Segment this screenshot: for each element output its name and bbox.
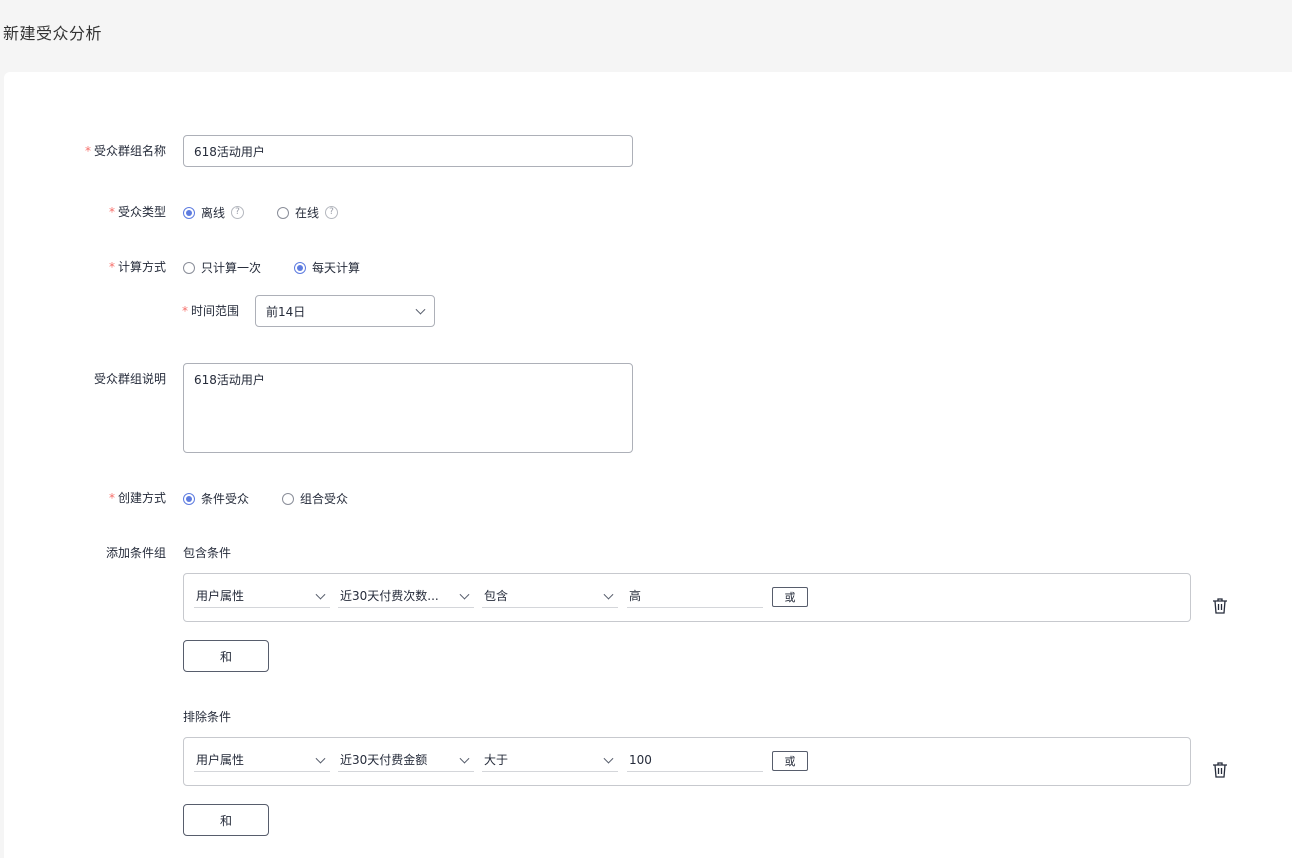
radio-calc-daily-circle: [294, 261, 306, 274]
radio-combined-audience[interactable]: 组合受众: [282, 490, 348, 507]
chevron-down-icon: [315, 753, 326, 764]
chevron-down-icon: [315, 589, 326, 600]
chevron-down-icon: [459, 589, 470, 600]
audience-name-input[interactable]: [183, 135, 633, 167]
exclude-or-button[interactable]: 或: [772, 751, 808, 771]
radio-online-circle: [277, 206, 289, 219]
include-field-select[interactable]: 用户属性: [194, 584, 330, 608]
chevron-down-icon: [603, 589, 614, 600]
exclude-value-input[interactable]: [627, 748, 763, 772]
include-value-input[interactable]: [627, 584, 763, 608]
radio-calc-daily[interactable]: 每天计算: [294, 259, 360, 276]
radio-offline-circle: [183, 206, 195, 219]
desc-label: 受众群组说明: [93, 372, 166, 386]
question-circle-icon[interactable]: ?: [231, 206, 245, 219]
description-textarea[interactable]: 618活动用户: [183, 363, 633, 453]
time-range-select[interactable]: 前14日: [255, 295, 435, 327]
radio-online[interactable]: 在线 ?: [277, 204, 339, 221]
radio-offline[interactable]: 离线 ?: [183, 204, 245, 221]
add-group-label: 添加条件组: [105, 546, 166, 560]
radio-combined-circle: [282, 492, 294, 505]
radio-calc-once[interactable]: 只计算一次: [183, 259, 261, 276]
include-operator-select[interactable]: 包含: [482, 584, 618, 608]
chevron-down-icon: [603, 753, 614, 764]
chevron-down-icon: [459, 753, 470, 764]
include-attribute-select[interactable]: 近30天付费次数...: [338, 584, 474, 608]
trash-icon[interactable]: [1212, 761, 1228, 779]
name-label: * 受众群组名称: [84, 144, 166, 158]
exclude-and-button[interactable]: 和: [183, 804, 269, 836]
type-label: * 受众类型: [108, 205, 166, 219]
time-range-label: * 时间范围: [182, 304, 240, 318]
create-label: * 创建方式: [108, 491, 166, 505]
radio-condition-audience[interactable]: 条件受众: [183, 490, 249, 507]
trash-icon[interactable]: [1212, 597, 1228, 615]
include-and-button[interactable]: 和: [183, 640, 269, 672]
page-title: 新建受众分析: [3, 24, 103, 43]
question-circle-icon[interactable]: ?: [325, 206, 339, 219]
radio-condition-circle: [183, 492, 195, 505]
radio-calc-once-circle: [183, 261, 195, 274]
page-header: 新建受众分析: [0, 0, 1292, 70]
exclude-operator-select[interactable]: 大于: [482, 748, 618, 772]
include-title: 包含条件: [183, 546, 232, 560]
exclude-field-select[interactable]: 用户属性: [194, 748, 330, 772]
include-or-button[interactable]: 或: [772, 587, 808, 607]
calc-label: * 计算方式: [108, 260, 166, 274]
exclude-title: 排除条件: [183, 710, 232, 724]
exclude-attribute-select[interactable]: 近30天付费金额: [338, 748, 474, 772]
chevron-down-icon: [415, 304, 426, 315]
